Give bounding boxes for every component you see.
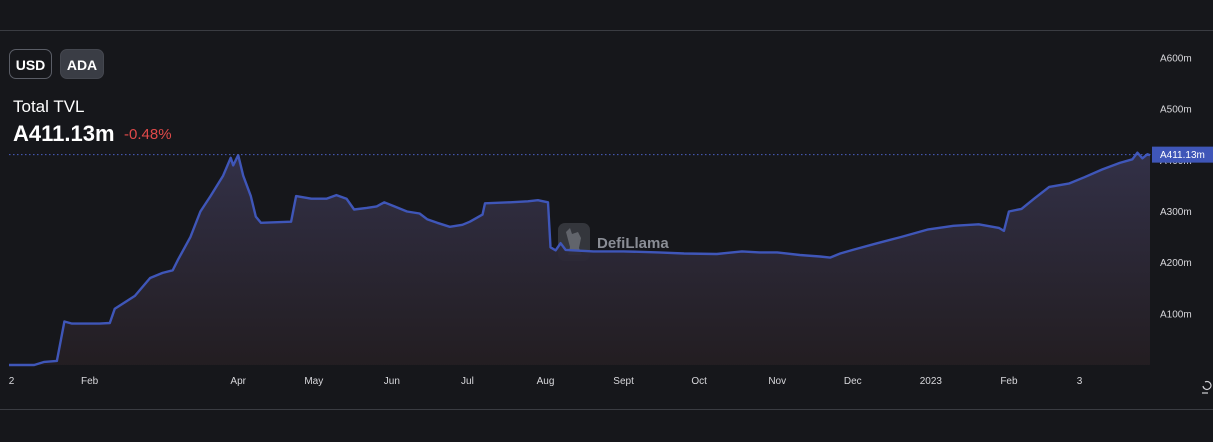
x-tick-label: 2023 — [920, 376, 943, 387]
x-tick-label: Sept — [613, 376, 634, 387]
x-tick-label: Jul — [461, 376, 474, 387]
x-tick-label: Jun — [384, 376, 400, 387]
x-tick-label: Feb — [81, 376, 99, 387]
last-value-tag-label: A411.13m — [1160, 150, 1205, 161]
x-tick-label: Nov — [768, 376, 786, 387]
x-tick-label: May — [304, 376, 323, 387]
x-axis: 2 Feb Apr May Jun Jul Aug Sept Oct Nov Dec 2023 Feb 3 — [9, 376, 1083, 387]
scroll-reset-icon[interactable] — [1202, 380, 1212, 394]
area-layer — [9, 151, 1151, 367]
y-tick-label: A600m — [1160, 54, 1192, 65]
tvl-area-chart[interactable]: DefiLlama A100mA200mA300mA400mA500mA600m… — [0, 0, 1213, 442]
y-tick-label: A300m — [1160, 207, 1192, 218]
watermark-text: DefiLlama — [597, 235, 669, 252]
x-tick-label: Apr — [230, 376, 246, 387]
y-axis: A100mA200mA300mA400mA500mA600m — [1160, 54, 1192, 321]
y-tick-label: A100m — [1160, 309, 1192, 320]
x-tick-label: Feb — [1000, 376, 1018, 387]
x-tick-label: Oct — [691, 376, 707, 387]
x-tick-label: Dec — [844, 376, 862, 387]
y-tick-label: A500m — [1160, 105, 1192, 116]
x-tick-label: Aug — [537, 376, 555, 387]
y-tick-label: A200m — [1160, 258, 1192, 269]
tvl-area-fill — [9, 152, 1150, 365]
x-tick-label: 3 — [1077, 376, 1083, 387]
x-tick-label: 2 — [9, 376, 15, 387]
last-value-tag: A411.13m — [1152, 146, 1213, 163]
